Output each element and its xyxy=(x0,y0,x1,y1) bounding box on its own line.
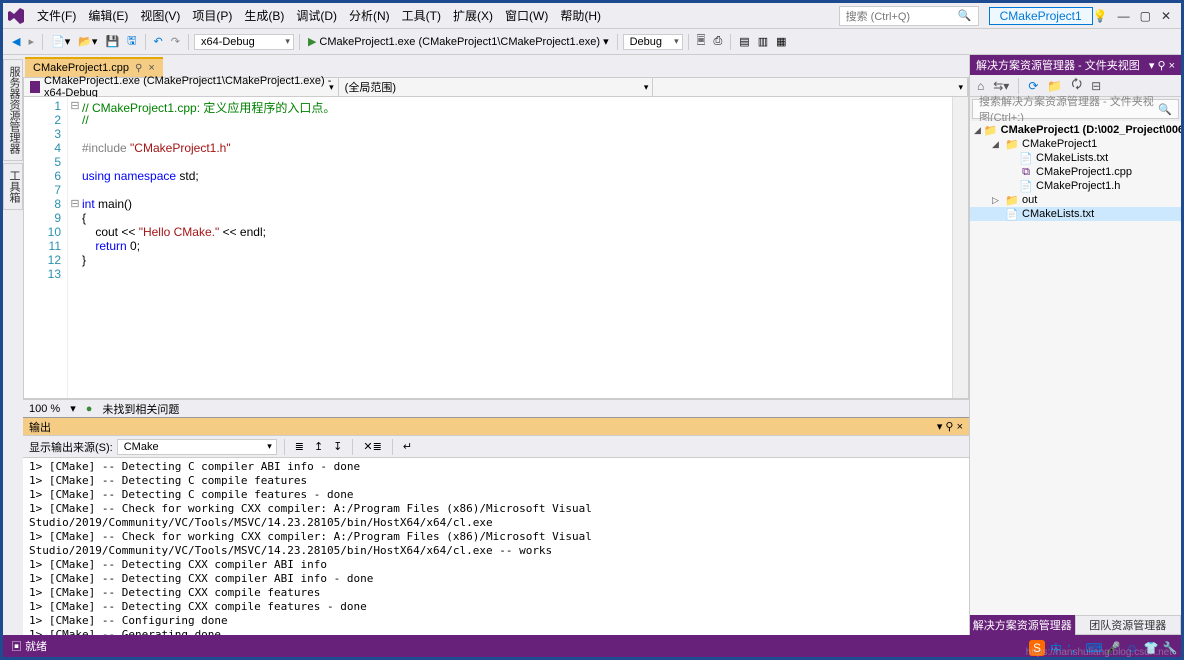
output-source-label: 显示输出来源(S): xyxy=(29,439,113,455)
tree-root[interactable]: ◢📁 CMakeProject1 (D:\002_Project\006_Vis… xyxy=(970,123,1181,137)
team-explorer-tab[interactable]: 团队资源管理器 xyxy=(1075,615,1182,635)
nav-back-button[interactable]: ◀ xyxy=(9,34,23,49)
menu-分析n[interactable]: 分析(N) xyxy=(343,7,396,25)
output-text[interactable]: 1> [CMake] -- Detecting C compiler ABI i… xyxy=(23,458,969,635)
menu-生成b[interactable]: 生成(B) xyxy=(238,7,290,25)
start-debug-button[interactable]: ▶CMakeProject1.exe (CMakeProject1\CMakeP… xyxy=(305,34,612,49)
tb-icon-4[interactable]: ▥ xyxy=(755,34,771,49)
config-dropdown[interactable]: x64-Debug xyxy=(194,34,294,50)
main-toolbar: ◀ ▸ 📄▾ 📂▾ 💾 🖫 ↶ ↷ x64-Debug ▶CMakeProjec… xyxy=(3,29,1181,55)
output-clear-icon[interactable]: ✕≣ xyxy=(360,439,384,454)
doc-tab-cmakeproject1-cpp[interactable]: CMakeProject1.cpp ⚲ × xyxy=(25,57,163,77)
tb-icon-3[interactable]: ▤ xyxy=(736,34,752,49)
zoom-level[interactable]: 100 % xyxy=(29,403,60,415)
menu-编辑e[interactable]: 编辑(E) xyxy=(82,7,134,25)
output-wrap-icon[interactable]: ↵ xyxy=(400,439,415,454)
left-toolwindow-tabs: 服务器资源管理器 工具箱 xyxy=(3,55,23,635)
se-home-icon[interactable]: ⌂ xyxy=(974,78,987,94)
solution-tree[interactable]: ◢📁 CMakeProject1 (D:\002_Project\006_Vis… xyxy=(970,121,1181,615)
output-title-bar[interactable]: 输出 ▾ ⚲ × xyxy=(23,418,969,436)
pin-icon[interactable]: ⚲ xyxy=(135,63,142,74)
editor-scrollbar[interactable] xyxy=(952,97,968,398)
menu-视图v[interactable]: 视图(V) xyxy=(134,7,186,25)
close-tab-icon[interactable]: × xyxy=(148,62,154,74)
menu-项目p[interactable]: 项目(P) xyxy=(186,7,238,25)
output-goto-icon[interactable]: ≣ xyxy=(292,439,307,454)
folder-icon: 📁 xyxy=(984,124,998,136)
solution-explorer-tab[interactable]: 解决方案资源管理器 xyxy=(970,615,1075,635)
tb-icon-2[interactable]: ⎙ xyxy=(710,34,725,49)
menu-bar: 文件(F)编辑(E)视图(V)项目(P)生成(B)调试(D)分析(N)工具(T)… xyxy=(3,3,1181,29)
solution-explorer-title[interactable]: 解决方案资源管理器 - 文件夹视图 ▾ ⚲ × xyxy=(970,55,1181,75)
menu-帮助h[interactable]: 帮助(H) xyxy=(554,7,607,25)
nav-scope-dropdown[interactable]: (全局范围) xyxy=(339,78,654,96)
tb-icon-1[interactable]: 🗏 xyxy=(694,31,709,52)
menu-窗口w[interactable]: 窗口(W) xyxy=(499,7,554,25)
menu-调试d[interactable]: 调试(D) xyxy=(290,7,343,25)
solution-config-dropdown[interactable]: Debug xyxy=(623,34,683,50)
tree-item[interactable]: ⧉CMakeProject1.cpp xyxy=(970,165,1181,179)
new-item-button[interactable]: 📄▾ xyxy=(48,34,73,49)
redo-button[interactable]: ↷ xyxy=(168,34,183,49)
tree-item[interactable]: 📄CMakeLists.txt xyxy=(970,207,1181,221)
toolbox-tab[interactable]: 工具箱 xyxy=(3,163,23,210)
status-icon: ▣ xyxy=(11,641,22,653)
output-pin-icon[interactable]: ▾ ⚲ xyxy=(937,421,954,433)
open-button[interactable]: 📂▾ xyxy=(75,34,100,49)
tree-item[interactable]: ◢📁CMakeProject1 xyxy=(970,137,1181,151)
tree-item[interactable]: ▷📁out xyxy=(970,193,1181,207)
navigation-bar: CMakeProject1.exe (CMakeProject1\CMakePr… xyxy=(23,77,969,97)
se-sync-icon[interactable]: ⟳ xyxy=(1025,78,1041,94)
solution-search-input[interactable]: 搜索解决方案资源管理器 - 文件夹视图(Ctrl+;)🔍 xyxy=(972,99,1179,119)
maximize-button[interactable]: ▢ xyxy=(1140,9,1151,23)
nav-project-dropdown[interactable]: CMakeProject1.exe (CMakeProject1\CMakePr… xyxy=(24,78,339,96)
close-button[interactable]: ✕ xyxy=(1161,9,1171,23)
output-source-dropdown[interactable]: CMake xyxy=(117,439,277,455)
help-hint-icon[interactable]: 💡 xyxy=(1093,9,1108,23)
menu-工具t[interactable]: 工具(T) xyxy=(396,7,447,25)
minimize-button[interactable]: — xyxy=(1118,9,1130,23)
document-tabs: CMakeProject1.cpp ⚲ × xyxy=(23,55,969,77)
issues-text: 未找到相关问题 xyxy=(102,401,179,417)
code-editor[interactable]: 12345678910111213 ⊟⊟ // CMakeProject1.cp… xyxy=(23,97,969,399)
editor-status-bar: 100 % ▾ ● 未找到相关问题 xyxy=(23,399,969,417)
undo-button[interactable]: ↶ xyxy=(151,34,166,49)
save-all-button[interactable]: 🖫 xyxy=(124,31,139,52)
output-close-icon[interactable]: × xyxy=(957,421,963,433)
quick-search-input[interactable]: 搜索 (Ctrl+Q) 🔍 xyxy=(839,6,979,26)
status-bar: ▣ 就绪 S 中 '， ⌨ 🎤 ☺ 👕 🔧 xyxy=(3,635,1181,657)
se-collapse-icon[interactable]: ⊟ xyxy=(1088,78,1104,94)
tb-icon-5[interactable]: ▦ xyxy=(773,34,789,49)
se-showall-icon[interactable]: 📁 xyxy=(1044,78,1065,94)
nav-member-dropdown[interactable] xyxy=(653,78,968,96)
project-badge[interactable]: CMakeProject1 xyxy=(989,7,1093,25)
nav-fwd-button[interactable]: ▸ xyxy=(25,34,37,49)
no-issues-icon: ● xyxy=(86,403,93,415)
vs-logo-icon xyxy=(7,7,25,25)
output-prev-icon[interactable]: ↥ xyxy=(311,439,326,454)
menu-扩展x[interactable]: 扩展(X) xyxy=(447,7,499,25)
solution-explorer: 解决方案资源管理器 - 文件夹视图 ▾ ⚲ × ⌂ ⇆▾ ⟳ 📁 🗘 ⊟ 搜索解… xyxy=(969,55,1181,635)
output-panel: 输出 ▾ ⚲ × 显示输出来源(S): CMake ≣ ↥ ↧ ✕≣ ↵ 1> … xyxy=(23,417,969,635)
tree-item[interactable]: 📄CMakeProject1.h xyxy=(970,179,1181,193)
server-explorer-tab[interactable]: 服务器资源管理器 xyxy=(3,59,23,161)
watermark: https://hanshuliang.blog.csdn.net xyxy=(1026,647,1172,658)
menu-文件f[interactable]: 文件(F) xyxy=(31,7,82,25)
tree-item[interactable]: 📄CMakeLists.txt xyxy=(970,151,1181,165)
save-button[interactable]: 💾 xyxy=(102,34,122,49)
output-next-icon[interactable]: ↧ xyxy=(330,439,345,454)
se-switch-icon[interactable]: ⇆▾ xyxy=(990,78,1012,94)
